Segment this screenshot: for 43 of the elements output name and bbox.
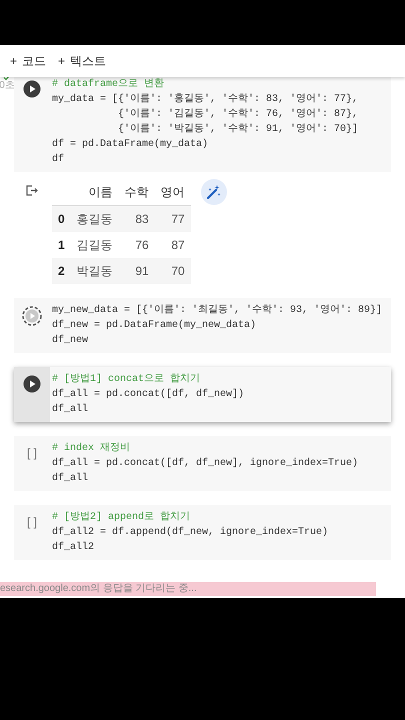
status-bar: esearch.google.com의 응답을 기다리는 중... (0, 582, 376, 596)
column-header: 영어 (154, 179, 191, 206)
output-icon[interactable] (26, 185, 38, 196)
table-cell: 76 (118, 232, 155, 258)
table-cell: 91 (118, 258, 155, 284)
code-comment: # index 재정비 (52, 442, 132, 456)
row-index: 1 (52, 232, 71, 258)
code-line: df_all = pd.concat([df, df_new]) (52, 388, 246, 402)
suggest-button[interactable] (200, 179, 227, 205)
table-cell: 83 (118, 206, 155, 232)
table-cell: 77 (154, 206, 191, 232)
code-comment: # [방법2] append로 합치기 (52, 510, 192, 525)
code-line: df_new (52, 334, 90, 348)
execution-time: 0초 (0, 81, 15, 91)
row-index: 2 (52, 258, 71, 284)
table-cell: 70 (154, 258, 191, 284)
table-cell: 박길동 (70, 258, 119, 284)
magic-wand-icon (206, 184, 222, 200)
code-line: df_all2 (52, 540, 96, 555)
code-line: df_all = pd.concat([df, df_new], ignore_index=True) (52, 456, 360, 471)
code-line: {'이름': '김길동', '수학': 76, '영어': 87}, (117, 108, 360, 122)
add-cell-button[interactable]: + 텍스트 (58, 52, 106, 70)
code-line: my_data = [{'이름': '홍길동', '수학': 83, '영어': 77}, (52, 92, 360, 107)
column-header: 이름 (70, 179, 119, 206)
row-index: 0 (52, 206, 71, 232)
table-cell: 87 (154, 232, 191, 258)
run-button[interactable] (23, 80, 41, 98)
add-cell-button[interactable]: + 코드 (10, 52, 46, 70)
code-line: df_all (52, 472, 90, 486)
code-line: my_new_data = [{'이름': '최길동', '수학': 93, '영어': 89}] (52, 304, 384, 318)
code-line: df_new = pd.DataFrame(my_new_data) (52, 318, 258, 333)
code-comment: # dataframe으로 변환 (52, 78, 166, 92)
code-line: df (52, 152, 66, 167)
code-comment: # [방법1] concat으로 합치기 (52, 372, 202, 387)
run-button[interactable] (23, 375, 41, 393)
code-line: df_all2 = df.append(df_new, ignore_index=True) (52, 526, 330, 540)
code-line: df_all (52, 402, 90, 417)
run-button[interactable] (22, 306, 42, 326)
code-line: {'이름': '박길동', '수학': 91, '영어': 70}] (117, 122, 360, 137)
column-header: 수학 (118, 179, 155, 206)
code-line: df = pd.DataFrame(my_data) (52, 138, 210, 152)
table-cell: 홍길동 (70, 206, 119, 232)
table-cell: 김길동 (70, 232, 119, 258)
